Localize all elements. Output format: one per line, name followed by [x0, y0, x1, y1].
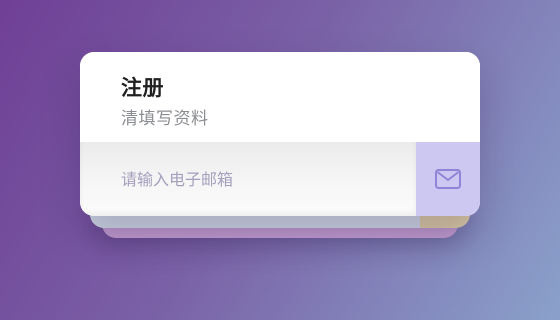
mail-icon	[435, 169, 461, 189]
email-field[interactable]	[80, 142, 416, 216]
form-title: 注册	[121, 76, 164, 100]
registration-card: 注册 清填写资料	[80, 52, 480, 216]
email-input-row	[80, 142, 480, 216]
form-subtitle: 清填写资料	[121, 109, 209, 129]
email-icon-button[interactable]	[416, 142, 480, 216]
registration-card-header: 注册 清填写资料	[80, 52, 480, 142]
